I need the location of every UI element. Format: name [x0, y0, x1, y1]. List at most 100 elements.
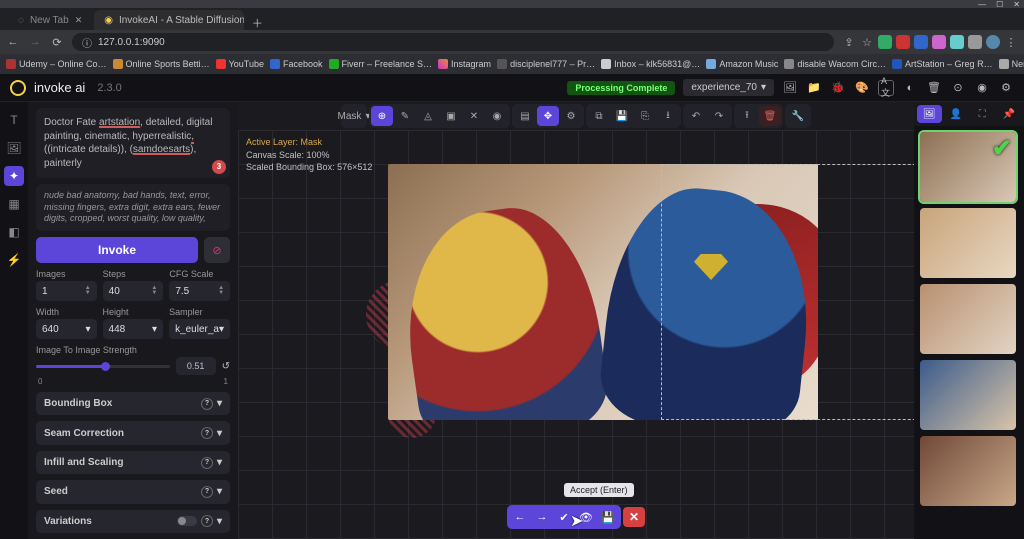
gallery-pin-tab[interactable]: 📌	[997, 105, 1022, 123]
bbox-tool-icon[interactable]: ▤	[514, 106, 536, 126]
bookmark[interactable]: disable Wacom Circ…	[784, 59, 886, 69]
bookmark[interactable]: Facebook	[270, 59, 323, 69]
discord-icon[interactable]: ◉	[974, 80, 990, 96]
gallery-thumbs[interactable]: ✔	[914, 126, 1024, 539]
clear-tool-icon[interactable]: ✕	[463, 106, 485, 126]
image-icon[interactable]: 🖼	[782, 80, 798, 96]
browser-tab[interactable]: ◌ New Tab ✕	[8, 10, 92, 30]
fill-tool-icon[interactable]: ▣	[440, 106, 462, 126]
help-icon[interactable]: ?	[201, 427, 213, 439]
new-tab-button[interactable]: ＋	[250, 16, 264, 30]
txt2img-tab-icon[interactable]: T	[4, 110, 24, 130]
postprocess-tab-icon[interactable]: ◧	[4, 222, 24, 242]
model-select[interactable]: experience_70▾	[683, 79, 774, 96]
help-icon[interactable]: ?	[201, 457, 213, 469]
discard-button[interactable]: ✕	[623, 507, 645, 527]
bookmark[interactable]: disciplenel777 – Pr…	[497, 59, 595, 69]
extension-icon[interactable]	[932, 35, 946, 49]
invoke-button[interactable]: Invoke	[36, 237, 198, 263]
trash-icon[interactable]: 🗑	[926, 80, 942, 96]
save-staged-icon[interactable]: 💾	[597, 507, 619, 527]
accordion-seam[interactable]: Seam Correction?▾	[36, 421, 230, 444]
reload-icon[interactable]: ⟳	[50, 35, 64, 49]
gallery-thumb[interactable]	[920, 208, 1016, 278]
next-icon[interactable]: →	[531, 507, 553, 527]
minimize-icon[interactable]: —	[978, 0, 986, 9]
gallery-maintain-tab[interactable]: ⛶	[970, 105, 995, 123]
negative-prompt[interactable]: nude bad anatomy, bad hands, text, error…	[36, 184, 230, 231]
sampler-select[interactable]: k_euler_a▾	[169, 319, 230, 339]
img2img-tab-icon[interactable]: 🖼	[4, 138, 24, 158]
gallery-thumb[interactable]	[920, 436, 1016, 506]
move-tool-icon[interactable]: ⊕	[371, 106, 393, 126]
avatar[interactable]	[986, 35, 1000, 49]
canvas-tab-icon[interactable]: ✦	[4, 166, 24, 186]
redo-icon[interactable]: ↷	[708, 106, 730, 126]
stepper-icon[interactable]: ▲▼	[85, 286, 91, 296]
nodes-tab-icon[interactable]: ▦	[4, 194, 24, 214]
download-icon[interactable]: ⭳	[657, 106, 679, 126]
site-info-icon[interactable]: ⓘ	[82, 35, 92, 50]
positive-prompt[interactable]: Doctor Fate artstation, detailed, digita…	[36, 108, 230, 178]
bookmark[interactable]: Fiverr – Freelance S…	[329, 59, 433, 69]
gear-icon[interactable]: ⚙	[560, 106, 582, 126]
address-bar[interactable]: ⓘ 127.0.0.1:9090	[72, 33, 834, 51]
training-tab-icon[interactable]: ⚡	[4, 250, 24, 270]
upload-icon[interactable]: ⭱	[736, 106, 758, 126]
back-icon[interactable]: ←	[6, 35, 20, 49]
share-icon[interactable]: ⇪	[842, 35, 856, 49]
strength-value[interactable]: 0.51	[176, 357, 216, 375]
steps-input[interactable]: 40▲▼	[103, 281, 164, 301]
bookmark[interactable]: Instagram	[438, 59, 491, 69]
layer-select[interactable]: Mask▾	[343, 106, 365, 126]
maximize-icon[interactable]: ☐	[996, 0, 1003, 9]
trash-icon[interactable]: 🗑	[759, 106, 781, 126]
strength-slider[interactable]	[36, 365, 170, 368]
eraser-tool-icon[interactable]: ◬	[417, 106, 439, 126]
help-icon[interactable]: ?	[201, 486, 213, 498]
extension-icon[interactable]	[878, 35, 892, 49]
extension-icon[interactable]	[968, 35, 982, 49]
palette-icon[interactable]: 🎨	[854, 80, 870, 96]
cancel-button[interactable]: ⊘	[204, 237, 230, 263]
github-icon[interactable]: ⊙	[950, 80, 966, 96]
generated-image[interactable]	[388, 164, 818, 420]
merge-icon[interactable]: ⧉	[588, 106, 610, 126]
images-input[interactable]: 1▲▼	[36, 281, 97, 301]
stepper-icon[interactable]: ▲▼	[151, 286, 157, 296]
gallery-thumb[interactable]	[920, 360, 1016, 430]
close-icon[interactable]: ✕	[75, 15, 83, 26]
gallery-images-tab[interactable]: 🖼	[917, 105, 942, 123]
extension-icon[interactable]	[896, 35, 910, 49]
width-select[interactable]: 640▾	[36, 319, 97, 339]
bookmark-star-icon[interactable]: ☆	[860, 35, 874, 49]
cfg-input[interactable]: 7.5▲▼	[169, 281, 230, 301]
gallery-user-tab[interactable]: 👤	[944, 105, 969, 123]
snap-tool-icon[interactable]: ✥	[537, 106, 559, 126]
extension-icon[interactable]	[914, 35, 928, 49]
bookmark[interactable]: Amazon Music	[706, 59, 778, 69]
help-icon[interactable]: ?	[201, 515, 213, 527]
color-picker-icon[interactable]: ◉	[486, 106, 508, 126]
gallery-thumb[interactable]	[920, 284, 1016, 354]
translate-icon[interactable]: A文	[878, 80, 894, 96]
wrench-icon[interactable]: 🔧	[787, 106, 809, 126]
accordion-bounding-box[interactable]: Bounding Box?▾	[36, 392, 230, 415]
accordion-variations[interactable]: Variations?▾	[36, 510, 230, 533]
gallery-thumb[interactable]: ✔	[920, 132, 1016, 202]
theme-icon[interactable]: ◐	[902, 80, 918, 96]
canvas-viewport[interactable]: Active Layer: Mask Canvas Scale: 100% Sc…	[238, 130, 914, 539]
forward-icon[interactable]: →	[28, 35, 42, 49]
extension-icon[interactable]	[950, 35, 964, 49]
height-select[interactable]: 448▾	[103, 319, 164, 339]
brush-tool-icon[interactable]: ✎	[394, 106, 416, 126]
accordion-seed[interactable]: Seed?▾	[36, 480, 230, 503]
save-icon[interactable]: 💾	[611, 106, 633, 126]
bug-icon[interactable]: 🐞	[830, 80, 846, 96]
bookmark[interactable]: ArtStation – Greg R…	[892, 59, 993, 69]
menu-icon[interactable]: ⋮	[1004, 35, 1018, 49]
bookmark[interactable]: Neil Fontaine | CGS…	[999, 59, 1024, 69]
prev-icon[interactable]: ←	[509, 507, 531, 527]
copy-icon[interactable]: ⎘	[634, 106, 656, 126]
accordion-infill[interactable]: Infill and Scaling?▾	[36, 451, 230, 474]
